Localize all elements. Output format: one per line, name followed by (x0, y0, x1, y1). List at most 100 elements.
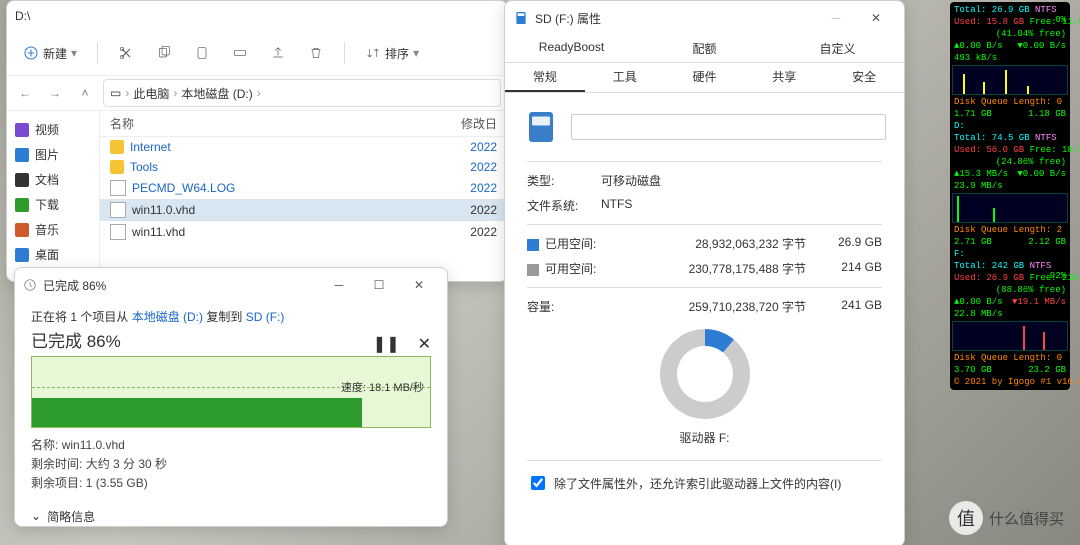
back-button[interactable]: ← (13, 81, 37, 105)
row-used: 已用空间:28,932,063,232 字节26.9 GB (505, 231, 904, 256)
minimize-button[interactable]: ─ (816, 4, 856, 32)
prop-tabs-top: ReadyBoost 配额 自定义 (505, 35, 904, 63)
paste-button[interactable] (186, 37, 218, 69)
copy-title: 已完成 86% (43, 277, 319, 294)
file-row[interactable]: Internet2022 (100, 137, 507, 157)
speed-label: 速度: 18.1 MB/秒 (341, 379, 424, 395)
nav-icon (15, 223, 29, 237)
nav-row: ← → ˄ ▭ › 此电脑 › 本地磁盘 (D:) › (7, 76, 507, 111)
file-row[interactable]: win11.0.vhd2022 (100, 199, 507, 221)
file-icon (110, 224, 126, 240)
speed-graph: 速度: 18.1 MB/秒 (31, 356, 431, 428)
file-row[interactable]: Tools2022 (100, 157, 507, 177)
tab-custom[interactable]: 自定义 (771, 35, 904, 62)
trash-icon (308, 45, 324, 61)
copy-button[interactable] (148, 37, 180, 69)
nav-item[interactable]: 视频 (7, 117, 99, 142)
crumb-0[interactable]: 此电脑 (133, 85, 169, 102)
list-header: 名称 修改日 (100, 111, 507, 137)
rename-button[interactable] (224, 37, 256, 69)
sort-button[interactable]: 排序 ▾ (357, 41, 427, 66)
mini-graph-3 (952, 321, 1068, 351)
nav-icon (15, 173, 29, 187)
sd-card-icon (523, 109, 559, 145)
more-info-toggle[interactable]: ⌄ 简略信息 (31, 508, 431, 525)
tab-general[interactable]: 常规 (505, 63, 585, 92)
explorer-toolbar: 新建 ▾ 排序 ▾ (7, 31, 507, 76)
prop-titlebar: SD (F:) 属性 ─ ✕ (505, 1, 904, 35)
file-row[interactable]: PECMD_W64.LOG2022 (100, 177, 507, 199)
mini-graph-1 (952, 65, 1068, 95)
file-icon (110, 180, 126, 196)
col-date[interactable]: 修改日 (461, 115, 497, 132)
scissors-icon (118, 45, 134, 61)
up-button[interactable]: ˄ (73, 81, 97, 105)
row-free: 可用空间:230,778,175,488 字节214 GB (505, 256, 904, 281)
nav-item[interactable]: 音乐 (7, 217, 99, 242)
explorer-titlebar: D:\ (7, 1, 507, 31)
rename-icon (232, 45, 248, 61)
nav-icon (15, 248, 29, 262)
copy-desc: 正在将 1 个项目从 本地磁盘 (D:) 复制到 SD (F:) (31, 308, 431, 325)
file-list: 名称 修改日 Internet2022Tools2022PECMD_W64.LO… (100, 111, 507, 282)
sort-icon (365, 45, 381, 61)
tab-readyboost[interactable]: ReadyBoost (505, 35, 638, 62)
tab-hardware[interactable]: 硬件 (665, 63, 745, 92)
file-row[interactable]: win11.vhd2022 (100, 221, 507, 243)
watermark-icon: 值 (949, 501, 983, 535)
cut-button[interactable] (110, 37, 142, 69)
close-button[interactable]: ✕ (399, 271, 439, 299)
chevron-down-icon: ⌄ (31, 509, 41, 523)
close-button[interactable]: ✕ (856, 4, 896, 32)
crumb-1[interactable]: 本地磁盘 (D:) (181, 85, 252, 102)
forward-button[interactable]: → (43, 81, 67, 105)
index-checkbox-row: 除了文件属性外，还允许索引此驱动器上文件的内容(I) (505, 467, 904, 499)
nav-icon (15, 198, 29, 212)
watermark: 值 什么值得买 (949, 501, 1064, 535)
row-type: 类型:可移动磁盘 (505, 168, 904, 193)
plus-circle-icon (23, 45, 39, 61)
col-name[interactable]: 名称 (110, 115, 461, 132)
nav-pane: 视频图片文档下载音乐桌面 (7, 111, 100, 282)
sort-label: 排序 (385, 45, 409, 62)
copy-titlebar: 已完成 86% ─ ☐ ✕ (15, 268, 447, 302)
drive-label: 驱动器 F: (505, 429, 904, 446)
explorer-window: D:\ 新建 ▾ 排序 ▾ ← → ˄ ▭ › 此电脑 › 本地磁盘 (D:) … (6, 0, 508, 282)
tab-tools[interactable]: 工具 (585, 63, 665, 92)
tab-sharing[interactable]: 共享 (744, 63, 824, 92)
share-icon (270, 45, 286, 61)
nav-item[interactable]: 桌面 (7, 242, 99, 267)
nav-item[interactable]: 图片 (7, 142, 99, 167)
prop-tabs-bot: 常规 工具 硬件 共享 安全 (505, 63, 904, 93)
tab-security[interactable]: 安全 (824, 63, 904, 92)
index-checkbox[interactable] (531, 476, 545, 490)
maximize-button[interactable]: ☐ (359, 271, 399, 299)
row-fs: 文件系统:NTFS (505, 193, 904, 218)
copy-progress-text: 已完成 86% (31, 327, 431, 352)
delete-button[interactable] (300, 37, 332, 69)
sd-icon (513, 10, 529, 26)
clipboard-icon (194, 45, 210, 61)
prop-title: SD (F:) 属性 (535, 10, 816, 27)
nav-item[interactable]: 文档 (7, 167, 99, 192)
free-swatch (527, 264, 539, 276)
cancel-button[interactable]: ✕ (418, 334, 431, 354)
pause-button[interactable]: ❚❚ (373, 334, 400, 354)
folder-icon (110, 160, 124, 174)
address-bar[interactable]: ▭ › 此电脑 › 本地磁盘 (D:) › (103, 79, 501, 107)
copy-icon (156, 45, 172, 61)
share-button[interactable] (262, 37, 294, 69)
nav-item[interactable]: 下载 (7, 192, 99, 217)
dst-link[interactable]: SD (F:) (246, 310, 285, 324)
tab-quota[interactable]: 配额 (638, 35, 771, 62)
perf-widget: Total: 26.9 GB NTFS 0% Used: 15.8 GB Fre… (950, 2, 1070, 390)
src-link[interactable]: 本地磁盘 (D:) (132, 310, 203, 324)
new-button[interactable]: 新建 ▾ (15, 41, 85, 66)
copy-details: 名称: win11.0.vhd 剩余时间: 大约 3 分 30 秒 剩余项目: … (31, 436, 431, 494)
minimize-button[interactable]: ─ (319, 271, 359, 299)
volume-label-input[interactable] (571, 114, 886, 140)
row-cap: 容量:259,710,238,720 字节241 GB (505, 294, 904, 319)
file-icon (110, 202, 126, 218)
used-swatch (527, 239, 539, 251)
drive-icon: ▭ (110, 86, 121, 100)
